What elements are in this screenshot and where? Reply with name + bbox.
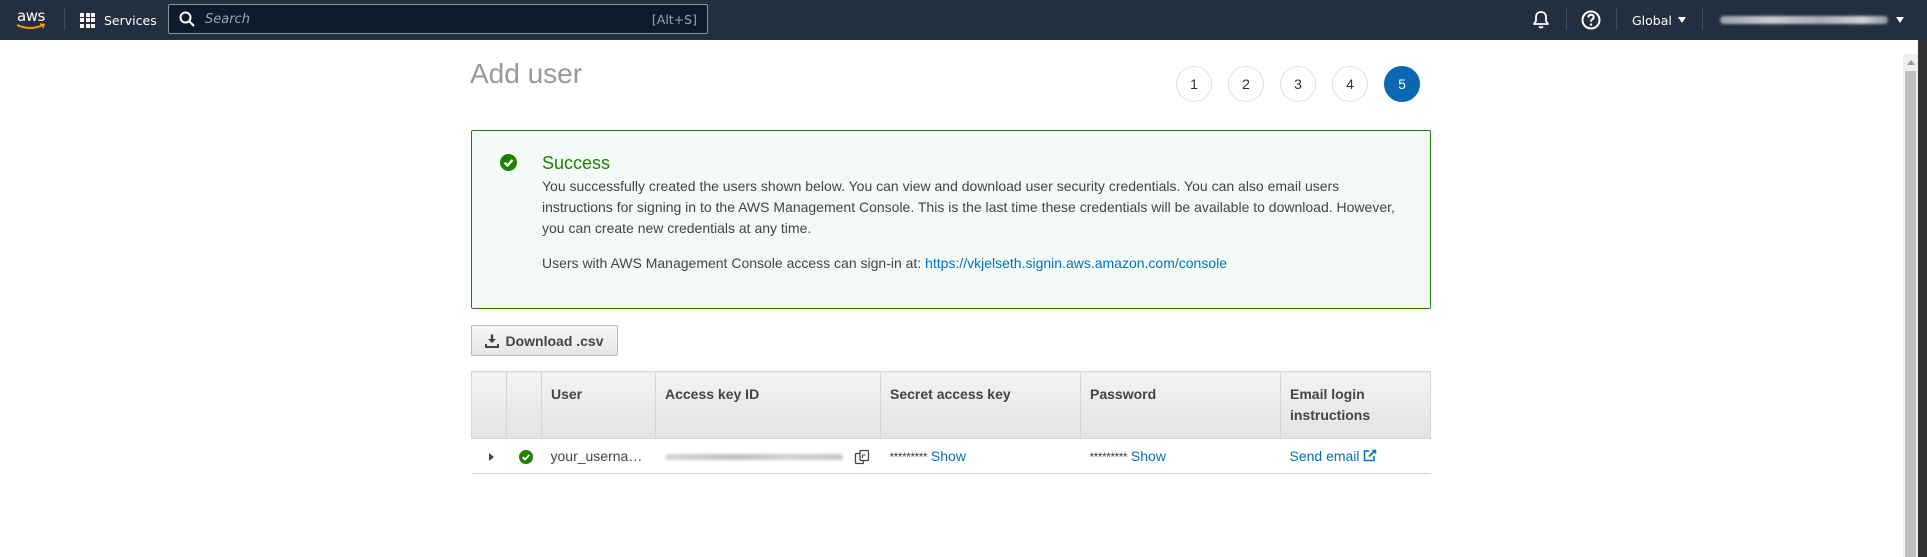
- send-email-label: Send email: [1289, 448, 1360, 464]
- caret-down-icon: [1677, 17, 1686, 23]
- account-menu[interactable]: [1720, 0, 1904, 40]
- nav-divider: [64, 8, 65, 30]
- search-icon: [179, 11, 195, 27]
- account-name-redacted: [1720, 16, 1888, 24]
- search-bar[interactable]: [Alt+S]: [168, 4, 708, 34]
- copy-icon[interactable]: [854, 449, 870, 465]
- scrollbar-thumb[interactable]: [1905, 71, 1916, 557]
- access-key-id-redacted: [664, 453, 843, 460]
- alert-message: You successfully created the users shown…: [542, 178, 1395, 236]
- wizard-step-5-current[interactable]: 5: [1384, 66, 1420, 102]
- aws-logo[interactable]: aws: [14, 5, 50, 35]
- services-label: Services: [104, 12, 157, 28]
- nav-divider: [1702, 8, 1703, 30]
- bell-icon[interactable]: [1530, 9, 1552, 31]
- wizard-step-4[interactable]: 4: [1332, 66, 1368, 102]
- email-cell: Send email: [1280, 438, 1431, 474]
- search-shortcut-hint: [Alt+S]: [651, 11, 697, 27]
- show-secret-link[interactable]: Show: [931, 448, 966, 464]
- table-row: your_userna… ********* Show ********* Sh…: [471, 438, 1431, 474]
- region-label: Global: [1632, 12, 1672, 28]
- column-header-user: User: [541, 371, 656, 439]
- success-alert: Success You successfully created the use…: [471, 130, 1431, 309]
- check-circle-icon: [518, 450, 533, 465]
- wizard-step-2[interactable]: 2: [1228, 66, 1264, 102]
- secret-access-key-cell: ********* Show: [880, 438, 1081, 474]
- expand-cell: [471, 438, 507, 474]
- credentials-table: User Access key ID Secret access key Pas…: [471, 371, 1431, 474]
- scroll-up-button[interactable]: [1903, 54, 1918, 70]
- nav-divider: [1566, 8, 1567, 30]
- window-edge: [1918, 40, 1927, 557]
- show-password-link[interactable]: Show: [1131, 448, 1166, 464]
- column-header-expand: [471, 371, 507, 439]
- alert-title: Success: [542, 153, 611, 173]
- column-header-status: [506, 371, 542, 439]
- region-selector[interactable]: Global: [1632, 0, 1686, 40]
- help-circle-icon[interactable]: [1580, 9, 1602, 31]
- download-csv-button[interactable]: Download .csv: [471, 325, 618, 356]
- nav-divider: [1616, 8, 1617, 30]
- column-header-access-key-id: Access key ID: [655, 371, 881, 439]
- wizard-step-1[interactable]: 1: [1176, 66, 1212, 102]
- aws-smile-icon: [16, 23, 46, 29]
- search-input[interactable]: [205, 11, 645, 27]
- column-header-password: Password: [1080, 371, 1281, 439]
- download-csv-label: Download .csv: [505, 332, 604, 349]
- access-key-id-cell: [655, 438, 881, 474]
- download-icon: [485, 334, 500, 348]
- caret-down-icon: [1896, 17, 1904, 23]
- password-cell: ********* Show: [1080, 438, 1281, 474]
- signin-info: Users with AWS Management Console access…: [542, 255, 1227, 271]
- secret-mask: *********: [889, 450, 928, 464]
- status-cell: [506, 438, 542, 474]
- column-header-secret-access-key: Secret access key: [880, 371, 1081, 439]
- grid-icon: [80, 12, 95, 28]
- send-email-link[interactable]: Send email: [1290, 448, 1378, 464]
- top-navigation-bar: aws Services [Alt+S] Global: [0, 0, 1927, 40]
- check-circle-icon: [500, 154, 517, 171]
- signin-text: Users with AWS Management Console access…: [542, 255, 926, 271]
- expand-row-caret-icon[interactable]: [488, 453, 494, 461]
- password-mask: *********: [1089, 450, 1128, 464]
- external-link-icon: [1364, 449, 1377, 462]
- page-title: Add user: [470, 58, 583, 89]
- page-scrollbar[interactable]: [1903, 54, 1918, 557]
- column-header-email-login-instructions: Email login instructions: [1280, 371, 1431, 439]
- arrow-up-icon: [1906, 59, 1915, 65]
- wizard-steps: 1 2 3 4 5: [1176, 66, 1420, 102]
- wizard-step-3[interactable]: 3: [1280, 66, 1316, 102]
- services-menu-button[interactable]: Services: [80, 0, 157, 40]
- user-cell: your_userna…: [541, 438, 656, 474]
- signin-url-link[interactable]: https://vkjelseth.signin.aws.amazon.com/…: [925, 255, 1227, 271]
- scrollbar-gap: [1903, 40, 1918, 54]
- table-header-row: User Access key ID Secret access key Pas…: [471, 371, 1431, 439]
